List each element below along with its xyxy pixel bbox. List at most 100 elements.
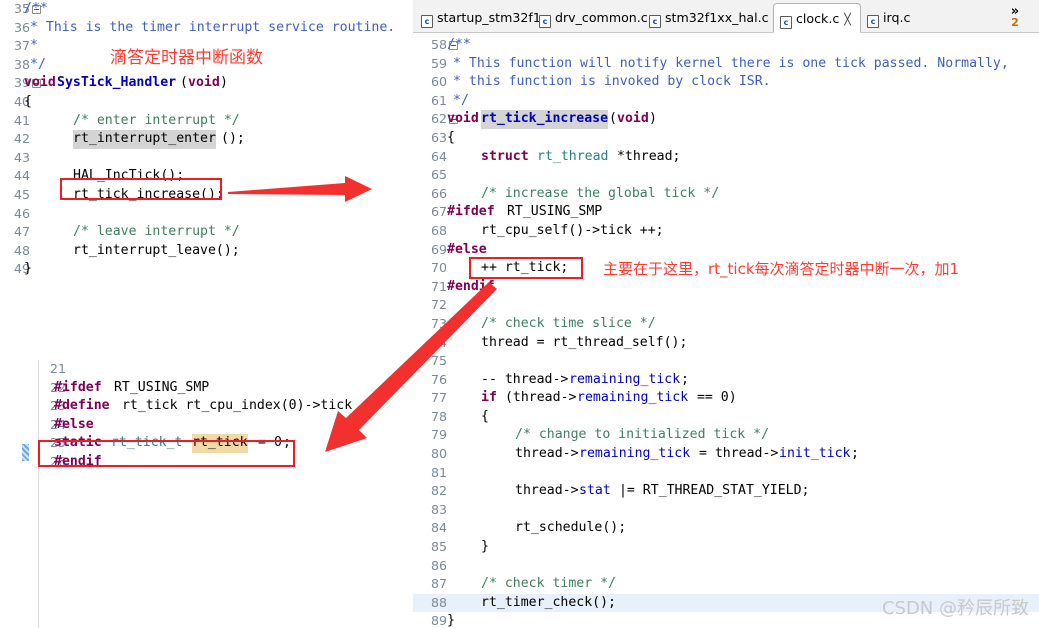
code-token: rt_tick rt_cpu_index(0)->tick — [114, 397, 352, 416]
line-number: 38 — [2, 56, 30, 75]
code-token: = — [250, 434, 274, 453]
code-line[interactable]: 76-- thread->remaining_tick; — [413, 371, 1039, 390]
code-line[interactable]: 40{ — [2, 93, 413, 112]
line-number: 68 — [419, 222, 447, 241]
code-line[interactable]: 64struct rt_thread *thread; — [413, 148, 1039, 167]
code-line[interactable]: 49} — [2, 260, 413, 279]
code-token: ) — [220, 74, 228, 93]
code-line[interactable]: 66/* increase the global tick */ — [413, 185, 1039, 204]
code-token: */ — [453, 92, 469, 111]
editor-tab-stm32f1xx-hal-c[interactable]: cstm32f1xx_hal.c — [643, 4, 773, 31]
code-line[interactable]: 61*/ — [413, 92, 1039, 111]
editor-tab-label: irq.c — [883, 10, 910, 25]
code-line[interactable]: 75 — [413, 352, 1039, 371]
code-line[interactable]: 47/* leave interrupt */ — [2, 223, 413, 242]
editor-tab-bar[interactable]: cstartup_stm32f1cdrv_common.ccstm32f1xx_… — [413, 0, 1039, 33]
code-line[interactable]: 59* This function will notify kernel the… — [413, 55, 1039, 74]
code-token: rt_interrupt_leave(); — [73, 242, 240, 261]
line-number: 69 — [419, 241, 447, 260]
code-line[interactable]: 46 — [2, 205, 413, 224]
code-line[interactable]: 58/** — [413, 36, 1039, 55]
code-token: { — [447, 129, 455, 148]
code-line[interactable]: 84rt_schedule(); — [413, 519, 1039, 538]
code-token — [102, 434, 110, 453]
code-line[interactable]: 62void rt_tick_increase(void) — [413, 110, 1039, 129]
code-lines-left-bottom[interactable]: 2122#ifdef RT_USING_SMP23#define rt_tick… — [0, 360, 413, 628]
code-token: void — [188, 74, 220, 93]
close-icon[interactable]: ╳ — [844, 5, 851, 34]
code-line[interactable]: 26#endif — [0, 453, 413, 472]
line-number: 73 — [419, 315, 447, 334]
line-number: 79 — [419, 426, 447, 445]
code-line[interactable]: 22#ifdef RT_USING_SMP — [0, 379, 413, 398]
line-number: 65 — [419, 166, 447, 185]
editor-tab-startup-stm32f1[interactable]: cstartup_stm32f1 — [415, 4, 533, 31]
code-line[interactable]: 78{ — [413, 408, 1039, 427]
code-line[interactable]: 63{ — [413, 129, 1039, 148]
code-line[interactable]: 80thread->remaining_tick = thread->init_… — [413, 445, 1039, 464]
line-number: 89 — [419, 612, 447, 628]
editor-tab-irq-c[interactable]: cirq.c — [861, 4, 925, 31]
code-token: rt_interrupt_enter — [73, 130, 216, 149]
code-line[interactable]: 71#endif — [413, 278, 1039, 297]
editor-pane-clock-c[interactable]: cstartup_stm32f1cdrv_common.ccstm32f1xx_… — [413, 0, 1039, 628]
code-line[interactable]: 87/* check timer */ — [413, 575, 1039, 594]
code-line[interactable]: 73/* check time slice */ — [413, 315, 1039, 334]
code-token: init_tick — [779, 445, 850, 464]
code-line[interactable]: 79 /* change to initialized tick */ — [413, 426, 1039, 445]
code-line[interactable]: 83 — [413, 501, 1039, 520]
c-file-icon: c — [780, 16, 792, 29]
line-number: 66 — [419, 185, 447, 204]
code-line[interactable]: 24#else — [0, 416, 413, 435]
code-token: = thread-> — [691, 445, 778, 464]
code-token: HAL_IncTick(); — [73, 167, 184, 186]
code-line[interactable]: 43 — [2, 149, 413, 168]
tab-overflow-count: 2 — [995, 17, 1035, 28]
code-line[interactable]: 21 — [0, 360, 413, 379]
code-line[interactable]: 72 — [413, 296, 1039, 315]
code-line[interactable]: 41/* enter interrupt */ — [2, 112, 413, 131]
code-line[interactable]: 69#else — [413, 241, 1039, 260]
code-token: #ifdef — [54, 379, 102, 398]
code-line[interactable]: 48rt_interrupt_leave(); — [2, 242, 413, 261]
editor-tab-clock-c[interactable]: cclock.c╳ — [773, 3, 861, 33]
code-token: -- thread-> — [481, 371, 568, 390]
code-line[interactable]: 35/** — [2, 0, 413, 19]
code-line[interactable]: 77if (thread->remaining_tick == 0) — [413, 389, 1039, 408]
code-token: * This function will notify kernel there… — [453, 55, 1009, 74]
editor-pane-rt-tick-definition[interactable]: 2122#ifdef RT_USING_SMP23#define rt_tick… — [0, 360, 413, 628]
code-line[interactable]: 36* This is the timer interrupt service … — [2, 19, 413, 38]
code-line[interactable]: 65 — [413, 166, 1039, 185]
line-number: 21 — [44, 360, 66, 379]
code-line[interactable]: 60* this function is invoked by clock IS… — [413, 73, 1039, 92]
c-file-icon: c — [421, 15, 433, 28]
code-token — [529, 148, 537, 167]
code-token: /* change to initialized tick */ — [515, 426, 769, 445]
code-line[interactable]: 23#define rt_tick rt_cpu_index(0)->tick — [0, 397, 413, 416]
code-line[interactable]: 85} — [413, 538, 1039, 557]
editor-tab-label: startup_stm32f1 — [437, 10, 541, 25]
code-line[interactable]: 42rt_interrupt_enter(); — [2, 130, 413, 149]
editor-pane-systick-handler[interactable]: 35/**36* This is the timer interrupt ser… — [0, 0, 413, 352]
code-token: remaining_tick — [569, 371, 680, 390]
line-number: 87 — [419, 575, 447, 594]
code-token: *thread; — [609, 148, 680, 167]
code-line[interactable]: 25static rt_tick_t rt_tick = 0; — [0, 434, 413, 453]
code-line[interactable]: 74thread = rt_thread_self(); — [413, 334, 1039, 353]
code-line[interactable]: 39void SysTick_Handler(void) — [2, 74, 413, 93]
code-token: |= RT_THREAD_STAT_YIELD; — [611, 482, 810, 501]
code-line[interactable]: 86 — [413, 557, 1039, 576]
code-line[interactable]: 81 — [413, 464, 1039, 483]
code-line[interactable]: 67#ifdef RT_USING_SMP — [413, 203, 1039, 222]
editor-tab-drv-common-c[interactable]: cdrv_common.c — [533, 4, 643, 31]
code-line[interactable]: 44HAL_IncTick(); — [2, 167, 413, 186]
code-line[interactable]: 82thread->stat |= RT_THREAD_STAT_YIELD; — [413, 482, 1039, 501]
code-token: remaining_tick — [577, 389, 688, 408]
tab-overflow-indicator[interactable]: » 2 — [995, 6, 1035, 30]
line-number: 67 — [419, 203, 447, 222]
line-number: 78 — [419, 408, 447, 427]
code-line[interactable]: 68rt_cpu_self()->tick ++; — [413, 222, 1039, 241]
code-line[interactable]: 45rt_tick_increase(); — [2, 186, 413, 205]
code-lines-right[interactable]: 58/**59* This function will notify kerne… — [413, 36, 1039, 628]
code-token: rt_schedule(); — [515, 519, 626, 538]
